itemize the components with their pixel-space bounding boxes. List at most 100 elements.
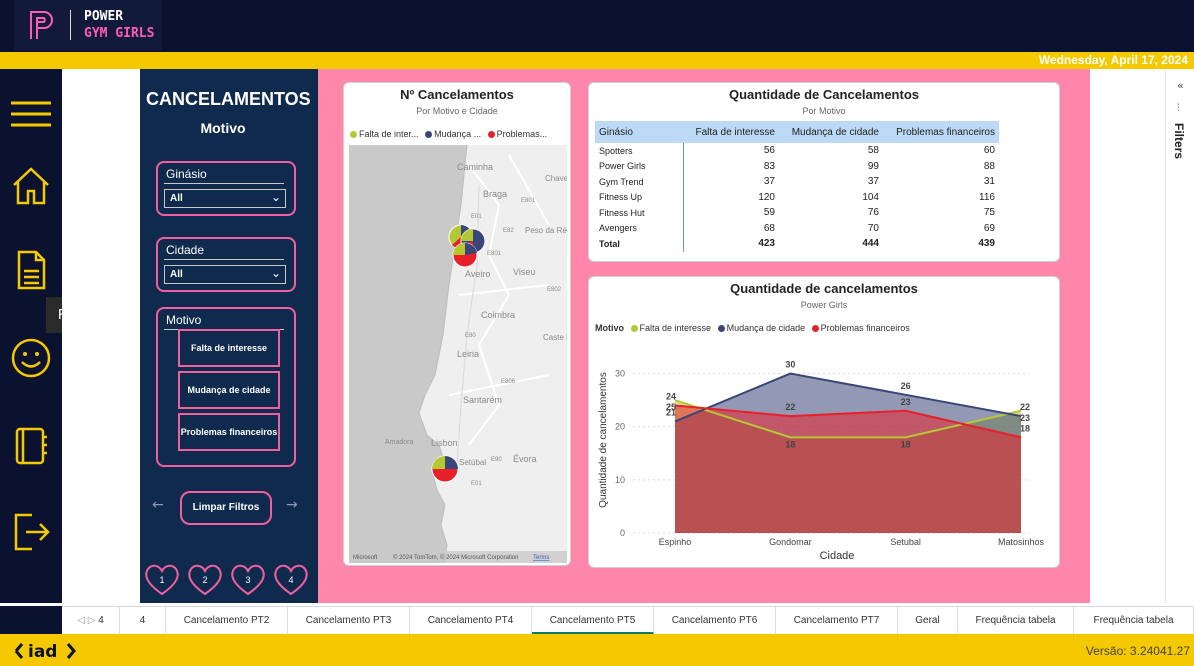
clear-filters-button[interactable]: Limpar Filtros bbox=[180, 491, 272, 525]
map-card: Nº Cancelamentos Por Motivo e Cidade Fal… bbox=[343, 82, 571, 566]
table-body: Spotters 56 58 60 Power Girls 83 99 88 Gym Trend… bbox=[595, 143, 999, 252]
tab-page-number: 4 bbox=[98, 615, 104, 626]
motivo-button-problemas[interactable]: Problemas financeiros bbox=[178, 413, 280, 451]
page-heart-label: 3 bbox=[245, 575, 250, 585]
table-cell: 60 bbox=[983, 145, 995, 157]
logout-icon[interactable] bbox=[8, 509, 54, 555]
table-row[interactable]: Power Girls 83 99 88 bbox=[595, 158, 999, 174]
table-header-cell[interactable]: Falta de interesse bbox=[683, 121, 779, 143]
map-pie-setubal[interactable] bbox=[431, 455, 459, 483]
table-row[interactable]: Spotters 56 58 60 bbox=[595, 143, 999, 159]
map-legend: Falta de inter... Mudança ... Problemas.… bbox=[350, 129, 547, 139]
page-tab[interactable]: Cancelamento PT4 bbox=[410, 607, 532, 635]
current-date: Wednesday, April 17, 2024 bbox=[1038, 53, 1188, 67]
menu-icon[interactable] bbox=[8, 91, 54, 137]
page-tab[interactable]: Frequência tabela bbox=[1074, 607, 1194, 635]
page-tab[interactable]: Cancelamento PT3 bbox=[288, 607, 410, 635]
table-subtitle: Por Motivo bbox=[802, 106, 846, 116]
version-label: Versão: 3.24041.27 bbox=[1085, 644, 1190, 658]
map-place: Peso da Ré bbox=[525, 226, 567, 235]
page-heart-2[interactable]: 2 bbox=[188, 564, 222, 596]
motivo-slicer-label: Motivo bbox=[166, 313, 202, 327]
map-road: E802 bbox=[547, 287, 562, 293]
chart-legend-item: Falta de interesse bbox=[639, 323, 712, 333]
city-dropdown[interactable]: All ⌄ bbox=[164, 265, 286, 284]
page-tab[interactable]: Cancelamento PT5 bbox=[532, 607, 654, 635]
table-header-row: Ginásio Falta de interesse Mudança de ci… bbox=[595, 121, 999, 143]
arrow-left-icon[interactable]: ← bbox=[152, 497, 164, 513]
slicer-divider bbox=[164, 183, 284, 184]
page-tab[interactable]: Frequência tabela bbox=[958, 607, 1074, 635]
map-road: E801 bbox=[487, 251, 502, 257]
table-header-cell[interactable]: Problemas financeiros bbox=[883, 121, 999, 143]
table-cell: Total bbox=[595, 236, 684, 252]
gym-dropdown[interactable]: All ⌄ bbox=[164, 189, 286, 208]
page-tab[interactable]: Geral bbox=[898, 607, 958, 635]
map-legend-item: Mudança ... bbox=[434, 129, 482, 139]
y-tick-label: 20 bbox=[615, 422, 625, 432]
filters-pane[interactable]: « ⫶ Filters bbox=[1165, 69, 1194, 603]
table-header-cell[interactable]: Mudança de cidade bbox=[779, 121, 883, 143]
motivo-button-mudanca[interactable]: Mudança de cidade bbox=[178, 371, 280, 409]
page-tab[interactable]: 4 bbox=[120, 607, 166, 635]
map-place: Chave bbox=[545, 174, 567, 183]
logo-p-icon bbox=[30, 11, 53, 39]
page-heart-label: 2 bbox=[202, 575, 207, 585]
page-tabs: ◁ ▷ 4 4 Cancelamento PT2 Cancelamento PT3 C… bbox=[62, 606, 1194, 635]
table-row[interactable]: Fitness Hut 59 76 75 bbox=[595, 205, 999, 221]
page-heart-4[interactable]: 4 bbox=[274, 564, 308, 596]
page-hearts: 1 2 3 4 bbox=[145, 564, 308, 596]
table-cell: Power Girls bbox=[595, 158, 684, 174]
map-legend-item: Falta de inter... bbox=[359, 129, 419, 139]
tab-nav-controls[interactable]: ◁ ▷ 4 bbox=[62, 607, 120, 635]
page-tab[interactable]: Cancelamento PT7 bbox=[776, 607, 898, 635]
tab-next-icon[interactable]: ▷ bbox=[88, 615, 96, 626]
table-row[interactable]: Gym Trend 37 37 31 bbox=[595, 174, 999, 190]
table-row[interactable]: Avengers 68 70 69 bbox=[595, 220, 999, 236]
data-label: 18 bbox=[1020, 423, 1030, 433]
tab-prev-icon[interactable]: ◁ bbox=[77, 615, 85, 626]
motivo-button-falta[interactable]: Falta de interesse bbox=[178, 329, 280, 367]
x-tick-label: Matosinhos bbox=[998, 537, 1045, 547]
map-place: Caminha bbox=[457, 162, 493, 172]
data-label: 22 bbox=[785, 402, 795, 412]
legend-dot bbox=[717, 325, 725, 333]
smiley-icon[interactable] bbox=[8, 335, 54, 381]
page-tab[interactable]: Cancelamento PT6 bbox=[654, 607, 776, 635]
data-label: 22 bbox=[1020, 402, 1030, 412]
filter-toggle-icon[interactable]: ⫶ bbox=[1177, 103, 1180, 114]
table-cell: 59 bbox=[763, 207, 775, 219]
page-heart-1[interactable]: 1 bbox=[145, 564, 179, 596]
map-title: Nº Cancelamentos bbox=[400, 87, 514, 102]
table-cell: 116 bbox=[979, 191, 995, 203]
notebook-icon[interactable] bbox=[8, 423, 54, 469]
page-heart-label: 4 bbox=[288, 575, 293, 585]
map-pie-gaia[interactable] bbox=[452, 242, 478, 268]
area-chart[interactable]: 01020302518 18232130262224222318Espinho Go… bbox=[589, 337, 1059, 567]
table-cell: 68 bbox=[763, 222, 775, 234]
map-legend-item: Problemas... bbox=[496, 129, 548, 139]
map-road: E806 bbox=[501, 379, 516, 385]
map-terms-link[interactable]: Terms bbox=[533, 555, 549, 561]
x-tick-label: Setubal bbox=[890, 537, 921, 547]
home-icon[interactable] bbox=[8, 163, 54, 209]
table-row[interactable]: Fitness Up 120 104 116 bbox=[595, 189, 999, 205]
chart-legend-item: Problemas financeiros bbox=[820, 323, 910, 333]
x-tick-label: Gondomar bbox=[769, 537, 812, 547]
page-heart-3[interactable]: 3 bbox=[231, 564, 265, 596]
table-header-cell[interactable]: Ginásio bbox=[595, 121, 683, 143]
map-place: Lisbon bbox=[431, 438, 458, 448]
top-bar: POWER GYM GIRLS bbox=[0, 0, 1194, 52]
map-road: E01 bbox=[471, 481, 482, 487]
collapse-icon[interactable]: « bbox=[1177, 79, 1184, 92]
report-icon[interactable] bbox=[8, 247, 54, 293]
table-total-row[interactable]: Total 423 444 439 bbox=[595, 236, 999, 252]
legend-dot bbox=[350, 131, 357, 139]
arrow-right-icon[interactable]: → bbox=[286, 497, 298, 513]
chart-title: Quantidade de cancelamentos bbox=[730, 281, 918, 296]
page-tab[interactable]: Cancelamento PT2 bbox=[166, 607, 288, 635]
map-subtitle: Por Motivo e Cidade bbox=[416, 106, 498, 116]
map-view[interactable]: Caminha Chave Braga E801 E01 E82 Peso da… bbox=[349, 145, 567, 563]
y-axis-label: Quantidade de cancelamentos bbox=[598, 372, 609, 508]
legend-dot bbox=[487, 131, 495, 139]
